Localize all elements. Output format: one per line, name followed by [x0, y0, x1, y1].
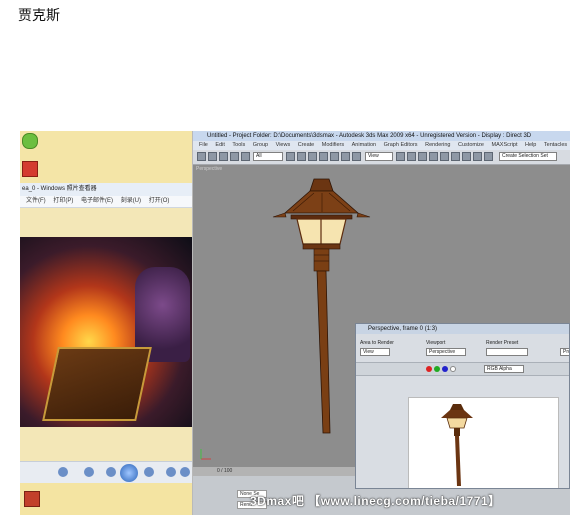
area-to-render-dropdown[interactable]: View	[360, 348, 390, 356]
photo-viewer-window: ea_0 - Windows 照片查看器 文件(F) 打印(P) 电子邮件(E)…	[20, 131, 193, 515]
render-frame-toolbar: RGB Alpha	[356, 362, 569, 376]
photo-display	[20, 237, 192, 427]
alpha-channel-icon[interactable]	[450, 366, 456, 372]
blue-channel-icon[interactable]	[442, 366, 448, 372]
menu-open[interactable]: 打开(O)	[149, 198, 170, 204]
slideshow-button[interactable]	[120, 464, 138, 482]
watermark: 3Dmax吧 【www.linecg.com/tieba/1771】	[250, 494, 501, 508]
viewport-select-label: Viewport	[426, 340, 446, 346]
render-output-canvas	[408, 397, 559, 488]
photo-viewer-menubar: 文件(F) 打印(P) 电子邮件(E) 刻录(U) 打开(O)	[20, 196, 192, 208]
photo-chest	[42, 347, 152, 421]
zoom-icon[interactable]	[58, 467, 68, 477]
green-channel-icon[interactable]	[434, 366, 440, 372]
rendered-lamp	[441, 404, 473, 486]
photo-viewer-title: ea_0 - Windows 照片查看器	[20, 183, 192, 196]
menu-file[interactable]: 文件(F)	[26, 198, 46, 204]
red-channel-icon[interactable]	[426, 366, 432, 372]
render-preset-dropdown[interactable]	[486, 348, 528, 356]
viewport-select-dropdown[interactable]: Perspective	[426, 348, 466, 356]
menu-burn[interactable]: 刻录(U)	[121, 198, 141, 204]
axis-gizmo	[200, 449, 211, 460]
channel-display-dropdown[interactable]: RGB Alpha	[484, 365, 524, 373]
render-frame-title: Perspective, frame 0 (1:3)	[356, 324, 569, 334]
next-icon[interactable]	[144, 467, 154, 477]
render-frame-window: Perspective, frame 0 (1:3) Area to Rende…	[355, 323, 570, 489]
taskbar-app-icon[interactable]	[24, 491, 40, 507]
desktop-app-icon[interactable]	[22, 133, 38, 149]
menu-print[interactable]: 打印(P)	[53, 198, 73, 204]
taskbar	[20, 483, 192, 515]
rotate-right-icon[interactable]	[180, 467, 190, 477]
previous-icon[interactable]	[106, 467, 116, 477]
time-slider[interactable]: 0 / 100	[193, 467, 358, 476]
menu-email[interactable]: 电子邮件(E)	[81, 198, 113, 204]
fit-icon[interactable]	[84, 467, 94, 477]
render-button[interactable]: Pro	[560, 348, 569, 356]
render-preset-label: Render Preset	[486, 340, 519, 346]
photo-viewer-controls	[20, 461, 192, 484]
rotate-left-icon[interactable]	[166, 467, 176, 477]
author-name: 贾克斯	[18, 7, 60, 23]
desktop-strip	[20, 131, 192, 183]
area-to-render-label: Area to Render	[360, 340, 394, 346]
desktop-app-icon[interactable]	[22, 161, 38, 177]
